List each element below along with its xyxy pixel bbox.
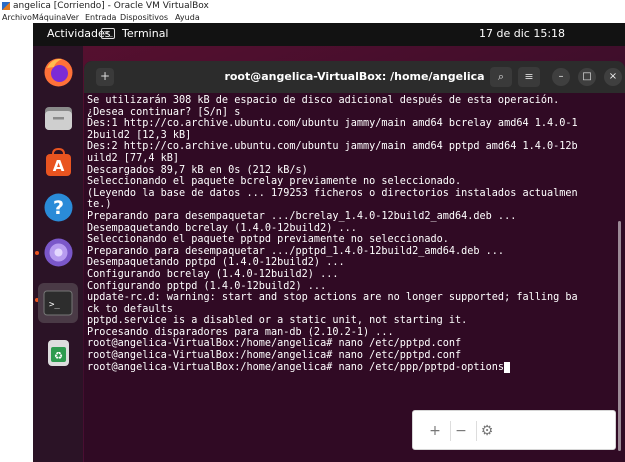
menu-ayuda[interactable]: Ayuda — [175, 12, 200, 23]
minimize-button[interactable]: – — [552, 68, 570, 86]
network-app-icon[interactable] — [42, 236, 75, 269]
gear-icon[interactable]: ⚙ — [477, 421, 497, 441]
terminal-line: Se utilizarán 308 kB de espacio de disco… — [87, 95, 560, 106]
vbox-titlebar: angelica [Corriendo] - Oracle VM Virtual… — [0, 0, 625, 12]
menu-entrada[interactable]: Entrada — [85, 12, 116, 23]
running-indicator — [35, 251, 39, 255]
svg-text:>_: >_ — [49, 300, 60, 310]
terminal-line: Seleccionando el paquete pptpd previamen… — [87, 234, 449, 246]
terminal-line: root@angelica-VirtualBox:/home/angelica#… — [87, 361, 622, 374]
help-icon[interactable]: ? — [42, 191, 75, 224]
terminal-scrollbar[interactable] — [618, 221, 621, 451]
terminal-line: 2build2 [12,3 kB] — [87, 129, 192, 141]
guest-desktop: Actividades >_ Terminal 17 de dic 15:18 — [33, 23, 625, 462]
zoom-popup: + − ⚙ — [412, 410, 616, 450]
terminal-headerbar: + root@angelica-VirtualBox: /home/angeli… — [84, 61, 625, 93]
menu-dispositivos[interactable]: Dispositivos — [120, 12, 168, 23]
terminal-app-icon: >_ — [101, 28, 115, 39]
hamburger-menu-icon[interactable]: ≡ — [518, 67, 540, 87]
terminal-line: Des:1 http://co.archive.ubuntu.com/ubunt… — [87, 118, 578, 130]
maximize-button[interactable]: □ — [578, 68, 596, 86]
terminal-line: Des:2 http://co.archive.ubuntu.com/ubunt… — [87, 141, 578, 153]
gnome-topbar: Actividades >_ Terminal 17 de dic 15:18 — [33, 23, 625, 46]
virtualbox-icon — [2, 2, 10, 10]
terminal-line: ¿Desea continuar? [S/n] s — [87, 106, 241, 118]
close-button[interactable]: × — [604, 68, 622, 86]
firefox-icon[interactable] — [42, 56, 75, 89]
svg-text:♻: ♻ — [54, 351, 63, 362]
terminal-line: pptpd.service is a disabled or a static … — [87, 315, 468, 327]
vbox-menubar: Archivo Máquina Ver Entrada Dispositivos… — [0, 12, 625, 23]
terminal-line: root@angelica-VirtualBox:/home/angelica#… — [87, 350, 462, 362]
terminal-line: uild2 [77,4 kB] — [87, 152, 180, 164]
terminal-line: Configurando bcrelay (1.4.0-12build2) ..… — [87, 268, 339, 280]
app-menu-terminal[interactable]: Terminal — [122, 27, 169, 40]
terminal-line: te.) — [87, 199, 112, 211]
svg-text:?: ? — [53, 197, 64, 219]
terminal-window: + root@angelica-VirtualBox: /home/angeli… — [84, 61, 625, 462]
terminal-line: Configurando pptpd (1.4.0-12build2) ... — [87, 280, 327, 292]
terminal-line: update-rc.d: warning: start and stop act… — [87, 292, 578, 304]
menu-archivo[interactable]: Archivo — [2, 12, 32, 23]
terminal-window-title: root@angelica-VirtualBox: /home/angelica — [224, 70, 485, 83]
search-icon[interactable]: ⌕ — [490, 67, 512, 87]
terminal-line: Preparando para desempaquetar .../bcrela… — [87, 210, 517, 222]
terminal-dock-icon[interactable]: >_ — [38, 283, 78, 323]
terminal-line: Preparando para desempaquetar .../pptpd_… — [87, 245, 505, 257]
menu-ver[interactable]: Ver — [66, 12, 79, 23]
text-cursor — [504, 361, 511, 373]
terminal-line: Desempaquetando bcrelay (1.4.0-12build2)… — [87, 222, 357, 234]
terminal-line: Desempaquetando pptpd (1.4.0-12build2) .… — [87, 257, 345, 269]
dock: A ? >_ ♻ — [33, 46, 83, 462]
svg-text:A: A — [53, 157, 65, 175]
terminal-line: Procesando disparadores para man-db (2.1… — [87, 326, 394, 338]
app-store-icon[interactable]: A — [42, 146, 75, 179]
zoom-in-button[interactable]: + — [425, 421, 445, 441]
zoom-out-button[interactable]: − — [451, 421, 471, 441]
terminal-line: Descargados 89,7 kB en 0s (212 kB/s) — [87, 164, 308, 176]
terminal-line: Seleccionando el paquete bcrelay previam… — [87, 176, 462, 188]
vbox-window-title: angelica [Corriendo] - Oracle VM Virtual… — [13, 1, 209, 11]
terminal-line: root@angelica-VirtualBox:/home/angelica#… — [87, 338, 462, 350]
clock[interactable]: 17 de dic 15:18 — [479, 27, 565, 40]
terminal-output[interactable]: Se utilizarán 308 kB de espacio de disco… — [87, 95, 622, 460]
terminal-line: (Leyendo la base de datos ... 179253 fic… — [87, 187, 578, 199]
files-icon[interactable] — [42, 101, 75, 134]
trash-icon[interactable]: ♻ — [42, 336, 75, 369]
menu-maquina[interactable]: Máquina — [32, 12, 66, 23]
terminal-line: ck to defaults — [87, 303, 173, 315]
